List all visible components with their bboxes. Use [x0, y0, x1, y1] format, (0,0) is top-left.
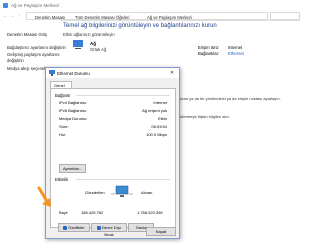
duration-value: 06:03:54 [151, 124, 167, 129]
properties-button-label: Özellikler [68, 225, 85, 230]
pointer-arrow-icon [37, 186, 51, 207]
media-state-label: Medya Durumu: [59, 116, 88, 121]
sidebar-item-sharing-settings[interactable]: Gelişmiş paylaşım ayarlarını [7, 52, 60, 57]
ethernet-icon [49, 70, 55, 76]
access-type-value: Internet [228, 45, 243, 50]
received-label: Alınan [141, 190, 153, 195]
sidebar-item-home[interactable]: Denetim Masası Giriş [7, 32, 47, 37]
breadcrumb[interactable]: Denetim Masası Tüm Denetim Masası Öğeler… [26, 12, 268, 20]
breadcrumb-item[interactable]: Tüm Denetim Masası Öğeleri [75, 15, 129, 20]
details-button[interactable]: Ayrıntılar... [59, 164, 86, 173]
sidebar-item-sharing-settings-2[interactable]: değiştirin [7, 58, 24, 63]
window-title: Ağ ve Paylaşım Merkezi [11, 3, 60, 8]
network-name: Ağ [90, 41, 96, 46]
ipv6-label: IPv6 Bağlantısı: [59, 108, 88, 113]
ethernet-status-dialog: Ethernet Durumu ✕ Genel Bağlantı IPv4 Ba… [45, 67, 180, 239]
back-arrow-icon[interactable]: ← [3, 13, 8, 19]
access-type-label: Erişim türü: [198, 45, 220, 50]
search-input[interactable] [270, 12, 300, 20]
ethernet-link[interactable]: Ethernet [228, 51, 244, 56]
page-title: Temel ağ bilgilerinizi görüntüleyin ve b… [63, 23, 217, 29]
network-center-icon [3, 3, 8, 8]
activity-section-label: Etkinlik [55, 177, 69, 182]
bytes-label: Bayt: [59, 210, 69, 215]
speed-label: Hız: [59, 132, 67, 137]
section-subtitle: Etkin ağlarınızı görüntüleyin [63, 32, 115, 37]
network-icon [73, 40, 83, 49]
sent-label: Gönderilen [85, 190, 105, 195]
dialog-title: Ethernet Durumu [57, 71, 90, 76]
media-state-value: Etkin [158, 116, 167, 121]
properties-button[interactable]: Özellikler [58, 223, 90, 232]
sidebar-item-adapter-settings[interactable]: Bağdaştırıcı ayarlarını değiştirin [7, 45, 66, 50]
divider [76, 95, 170, 96]
ipv4-label: IPv4 Bağlantısı: [59, 100, 88, 105]
up-arrow-icon[interactable]: ↑ [18, 13, 21, 19]
duration-label: Süre: [59, 124, 69, 129]
breadcrumb-item[interactable]: Ağ ve Paylaşım Merkezi [147, 15, 192, 20]
disable-button[interactable]: Devre Dışı Bırak [91, 223, 127, 237]
connection-section-label: Bağlantı [55, 93, 71, 98]
speed-value: 100.0 Mbps [146, 132, 167, 137]
forward-arrow-icon[interactable]: → [10, 13, 15, 19]
connections-label: Bağlantılar: [198, 51, 220, 56]
shield-icon [97, 225, 102, 230]
disable-button-label: Devre Dışı Bırak [102, 225, 121, 237]
ipv4-value: Internet [153, 100, 167, 105]
network-type: Ortak Ağ [90, 47, 107, 52]
shield-icon [63, 225, 68, 230]
close-icon[interactable]: ✕ [170, 70, 174, 76]
ipv6-value: Ağ erişimi yok [142, 108, 167, 113]
bytes-sent-value: 186.425.762 [81, 210, 104, 215]
dialog-titlebar: Ethernet Durumu ✕ [46, 68, 179, 78]
troubleshoot-text: gidermeye ilişkin bilgileri alın. [178, 114, 230, 119]
bytes-received-value: 1.768.920.396 [137, 210, 163, 215]
network-activity-icon [111, 185, 133, 197]
close-button[interactable]: Kapat [146, 227, 176, 236]
setup-connection-text: kuran ya da bir yönlendirici ya da erişi… [178, 96, 281, 101]
general-panel: Bağlantı IPv4 Bağlantısı: Internet IPv6 … [50, 88, 176, 237]
divider [76, 179, 170, 180]
